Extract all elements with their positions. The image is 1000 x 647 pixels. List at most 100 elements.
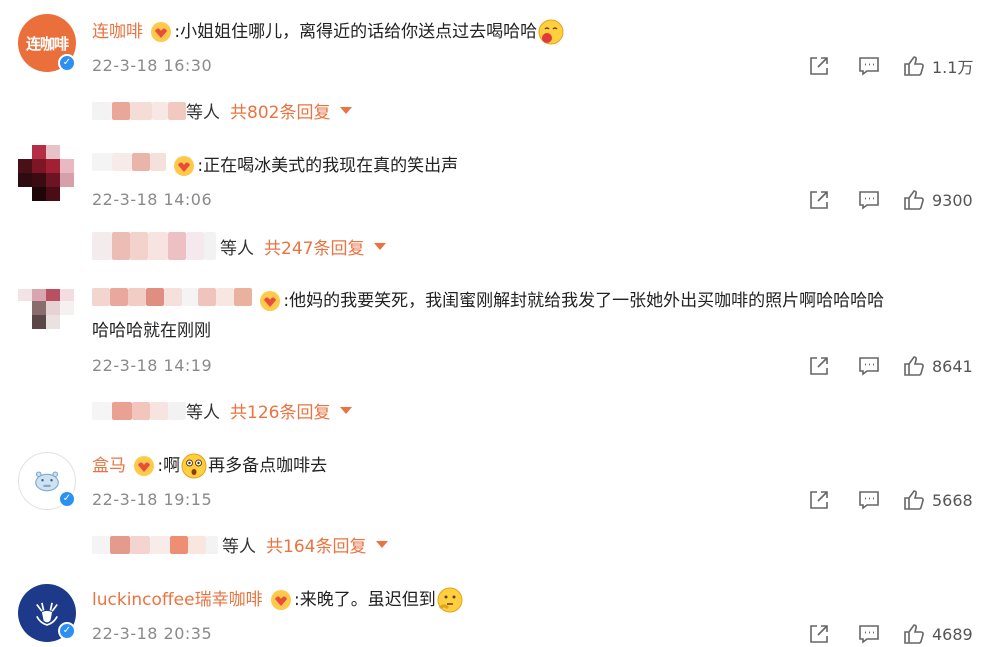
like-count: 1.1万: [932, 58, 974, 77]
share-icon: [810, 357, 828, 375]
thumb-up-icon: [904, 490, 924, 510]
like-button[interactable]: 4689: [902, 622, 986, 646]
blurred-usernames: [92, 400, 186, 422]
reply-count: 共164条回复: [266, 537, 367, 557]
comment-content: :他妈的我要笑死，我闺蜜刚解封就给我发了一张她外出买咖啡的照片啊哈哈哈哈: [92, 286, 884, 314]
reply-summary: 等人 共802条回复: [92, 98, 353, 123]
reply-suffix: 等人: [222, 537, 256, 557]
reply-button[interactable]: [844, 53, 894, 79]
comment-icon: [859, 625, 879, 644]
reply-button[interactable]: [844, 487, 894, 513]
avatar-mosaic: [18, 145, 76, 203]
chevron-down-icon: [374, 242, 387, 250]
surprised-emoji-icon: [181, 453, 207, 479]
share-icon: [810, 191, 828, 209]
reply-summary: 等人 共247条回复: [92, 231, 387, 261]
username[interactable]: luckincoffee瑞幸咖啡: [92, 590, 263, 610]
verified-icon: ✓: [58, 54, 76, 72]
share-icon: [810, 625, 828, 643]
share-icon: [810, 491, 828, 509]
share-button[interactable]: [794, 53, 844, 79]
chevron-down-icon: [376, 541, 389, 548]
comment-actions: 8641: [794, 353, 986, 379]
like-count: 8641: [932, 356, 973, 376]
share-button[interactable]: [794, 621, 844, 647]
reply-summary: 等人 共126条回复: [92, 398, 353, 423]
chevron-down-icon: [340, 407, 353, 414]
like-button[interactable]: 1.1万: [902, 54, 986, 78]
hippo-logo-icon: [35, 471, 59, 492]
comment-time: 22-3-18 19:15: [92, 490, 213, 509]
like-count: 5668: [932, 490, 973, 510]
thinking-emoji-icon: [437, 587, 463, 613]
chevron-down-icon: [340, 107, 353, 114]
view-replies-link[interactable]: 共802条回复: [230, 98, 353, 123]
reply-button[interactable]: [844, 353, 894, 379]
thumb-up-icon: [904, 624, 924, 644]
reply-suffix: 等人: [220, 238, 254, 259]
comment-time: 22-3-18 20:35: [92, 624, 213, 643]
view-replies-link[interactable]: 共126条回复: [230, 398, 353, 423]
reply-button[interactable]: [844, 621, 894, 647]
avatar-mosaic: [18, 287, 76, 345]
blurred-username[interactable]: [92, 286, 252, 308]
reply-suffix: 等人: [186, 103, 220, 123]
comment-content: 盒马 :啊 再多备点咖啡去: [92, 452, 327, 480]
comment-icon: [859, 491, 879, 510]
comment-text: :他妈的我要笑死，我闺蜜刚解封就给我发了一张她外出买咖啡的照片啊哈哈哈哈: [283, 291, 885, 311]
share-button[interactable]: [794, 487, 844, 513]
comment-icon: [859, 57, 879, 76]
comment-icon: [859, 191, 879, 210]
comment-text-part2: 再多备点咖啡去: [208, 456, 328, 476]
comment-icon: [859, 357, 879, 376]
verified-icon: ✓: [58, 622, 76, 640]
comment-time: 22-3-18 14:19: [92, 356, 213, 375]
like-button[interactable]: 8641: [902, 354, 986, 378]
comment-text: :来晚了。虽迟但到: [293, 590, 436, 610]
comment-text: :小姐姐住哪儿，离得近的话给你送点过去喝哈哈: [174, 22, 538, 42]
reply-suffix: 等人: [186, 403, 220, 423]
blurred-username[interactable]: [92, 151, 166, 173]
reply-summary: 等人 共164条回复: [92, 532, 389, 557]
avatar-text: 连咖啡: [25, 34, 69, 53]
fan-badge-icon: [134, 456, 155, 476]
like-count: 9300: [932, 190, 973, 210]
like-button[interactable]: 5668: [902, 488, 986, 512]
like-count: 4689: [932, 624, 973, 644]
reply-count: 共802条回复: [230, 103, 331, 123]
comment-time: 22-3-18 14:06: [92, 190, 213, 209]
comment-content: :正在喝冰美式的我现在真的笑出声: [92, 151, 458, 179]
share-button[interactable]: [794, 187, 844, 213]
comment-actions: 9300: [794, 187, 986, 213]
fan-badge-icon: [174, 156, 195, 176]
thumb-up-icon: [904, 190, 924, 210]
reply-count: 共126条回复: [230, 403, 331, 423]
comment-actions: 5668: [794, 487, 986, 513]
comment-content: luckincoffee瑞幸咖啡 :来晚了。虽迟但到: [92, 586, 464, 614]
view-replies-link[interactable]: 共164条回复: [266, 532, 389, 557]
like-button[interactable]: 9300: [902, 188, 986, 212]
emoji-icon: [538, 19, 564, 45]
thumb-up-icon: [904, 356, 924, 376]
comment-actions: 4689: [794, 621, 986, 647]
view-replies-link[interactable]: 共247条回复: [264, 234, 387, 259]
comment-actions: 1.1万: [794, 53, 986, 79]
reply-button[interactable]: [844, 187, 894, 213]
blurred-usernames: [92, 100, 186, 122]
comment-time: 22-3-18 16:30: [92, 56, 213, 75]
reply-count: 共247条回复: [264, 238, 365, 259]
comment-text: :正在喝冰美式的我现在真的笑出声: [197, 156, 459, 176]
share-icon: [810, 57, 828, 75]
verified-icon: ✓: [58, 490, 76, 508]
share-button[interactable]: [794, 353, 844, 379]
thumb-up-icon: [904, 56, 924, 76]
fan-badge-icon: [270, 590, 291, 610]
avatar[interactable]: [18, 145, 76, 203]
comment-content: 连咖啡 :小姐姐住哪儿，离得近的话给你送点过去喝哈哈: [92, 18, 565, 46]
avatar[interactable]: [18, 287, 76, 345]
username[interactable]: 盒马: [92, 456, 126, 476]
comment-text-continued: 哈哈哈就在刚刚: [92, 321, 211, 341]
username[interactable]: 连咖啡: [92, 22, 143, 42]
blurred-usernames: [92, 231, 216, 261]
fan-badge-icon: [260, 291, 281, 311]
